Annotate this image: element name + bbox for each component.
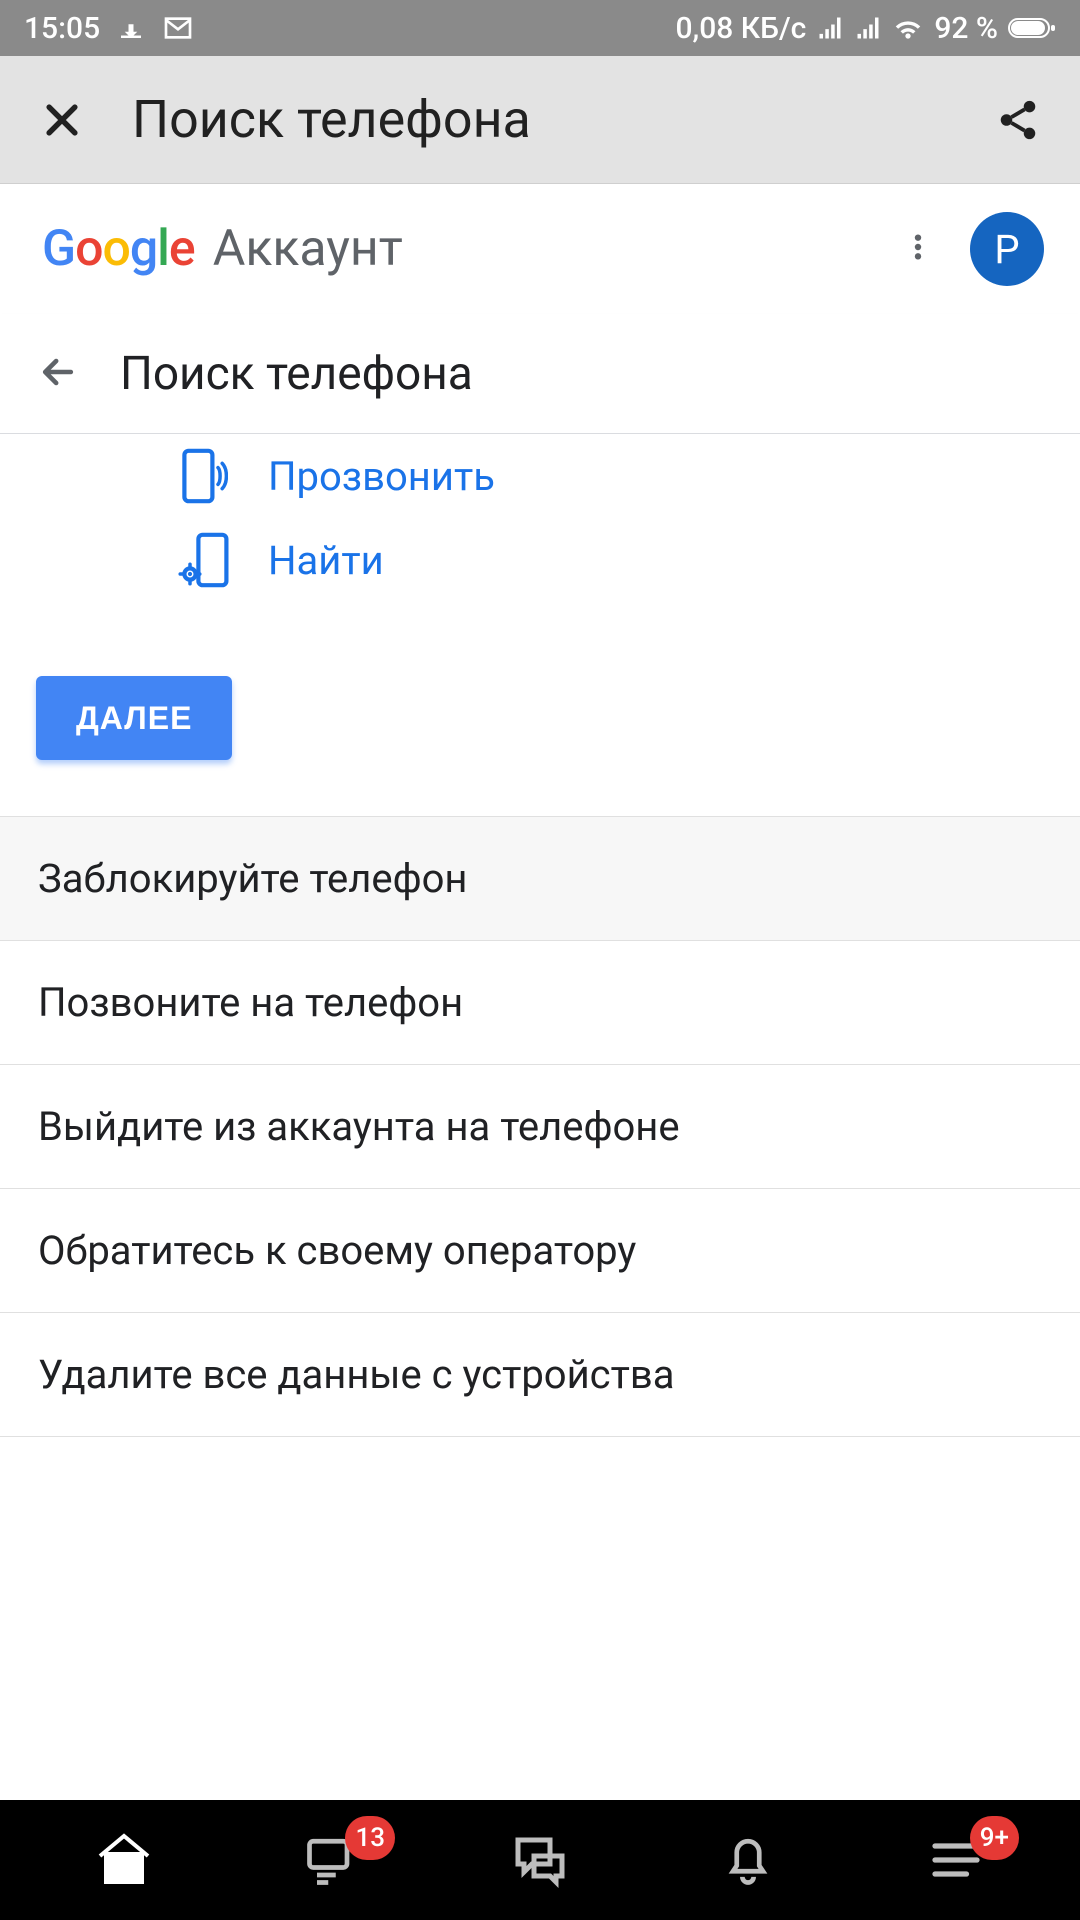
status-data-rate: 0,08 КБ/с bbox=[675, 11, 806, 46]
locate-icon bbox=[176, 532, 232, 588]
status-battery-pct: 92 % bbox=[934, 11, 998, 46]
account-avatar[interactable]: P bbox=[970, 212, 1044, 286]
close-button[interactable] bbox=[32, 90, 92, 150]
back-button[interactable] bbox=[36, 350, 80, 398]
nav-menu-badge: 9+ bbox=[970, 1816, 1019, 1860]
google-logo: Google bbox=[42, 220, 195, 278]
mail-icon bbox=[162, 12, 194, 44]
account-label: Аккаунт bbox=[213, 220, 403, 278]
battery-icon bbox=[1008, 16, 1056, 40]
ring-action[interactable]: Прозвонить bbox=[0, 434, 1080, 518]
missed-call-icon bbox=[116, 13, 146, 43]
nav-menu[interactable]: 9+ bbox=[911, 1820, 1001, 1900]
bottom-nav: 13 9+ bbox=[0, 1800, 1080, 1920]
nav-messages-badge: 13 bbox=[345, 1816, 395, 1860]
status-bar: 15:05 0,08 КБ/с 92 % bbox=[0, 0, 1080, 56]
option-call-phone[interactable]: Позвоните на телефон bbox=[0, 941, 1080, 1065]
option-lock-phone[interactable]: Заблокируйте телефон bbox=[0, 817, 1080, 941]
wifi-icon bbox=[892, 12, 924, 44]
options-list: Заблокируйте телефон Позвоните на телефо… bbox=[0, 816, 1080, 1437]
nav-home[interactable] bbox=[79, 1820, 169, 1900]
phone-ring-icon bbox=[176, 448, 232, 504]
page-sub-header: Поиск телефона bbox=[0, 314, 1080, 434]
app-bar: Поиск телефона bbox=[0, 56, 1080, 184]
nav-messages[interactable]: 13 bbox=[287, 1820, 377, 1900]
option-erase-device[interactable]: Удалите все данные с устройства bbox=[0, 1313, 1080, 1437]
nav-notifications[interactable] bbox=[703, 1820, 793, 1900]
locate-label: Найти bbox=[268, 537, 384, 584]
nav-chat[interactable] bbox=[495, 1820, 585, 1900]
option-contact-carrier[interactable]: Обратитесь к своему оператору bbox=[0, 1189, 1080, 1313]
app-bar-title: Поиск телефона bbox=[132, 89, 948, 150]
signal-icon-2 bbox=[854, 14, 882, 42]
ring-label: Прозвонить bbox=[268, 453, 495, 500]
status-time: 15:05 bbox=[24, 11, 100, 46]
signal-icon bbox=[816, 14, 844, 42]
option-sign-out[interactable]: Выйдите из аккаунта на телефоне bbox=[0, 1065, 1080, 1189]
google-account-header: Google Аккаунт P bbox=[0, 184, 1080, 314]
locate-action[interactable]: Найти bbox=[0, 518, 1080, 602]
next-button[interactable]: ДАЛЕЕ bbox=[36, 676, 232, 760]
share-button[interactable] bbox=[988, 90, 1048, 150]
sub-header-title: Поиск телефона bbox=[120, 347, 473, 401]
more-options-button[interactable] bbox=[902, 225, 934, 273]
content-area: Прозвонить Найти ДАЛЕЕ Заблокируйте теле… bbox=[0, 434, 1080, 1437]
